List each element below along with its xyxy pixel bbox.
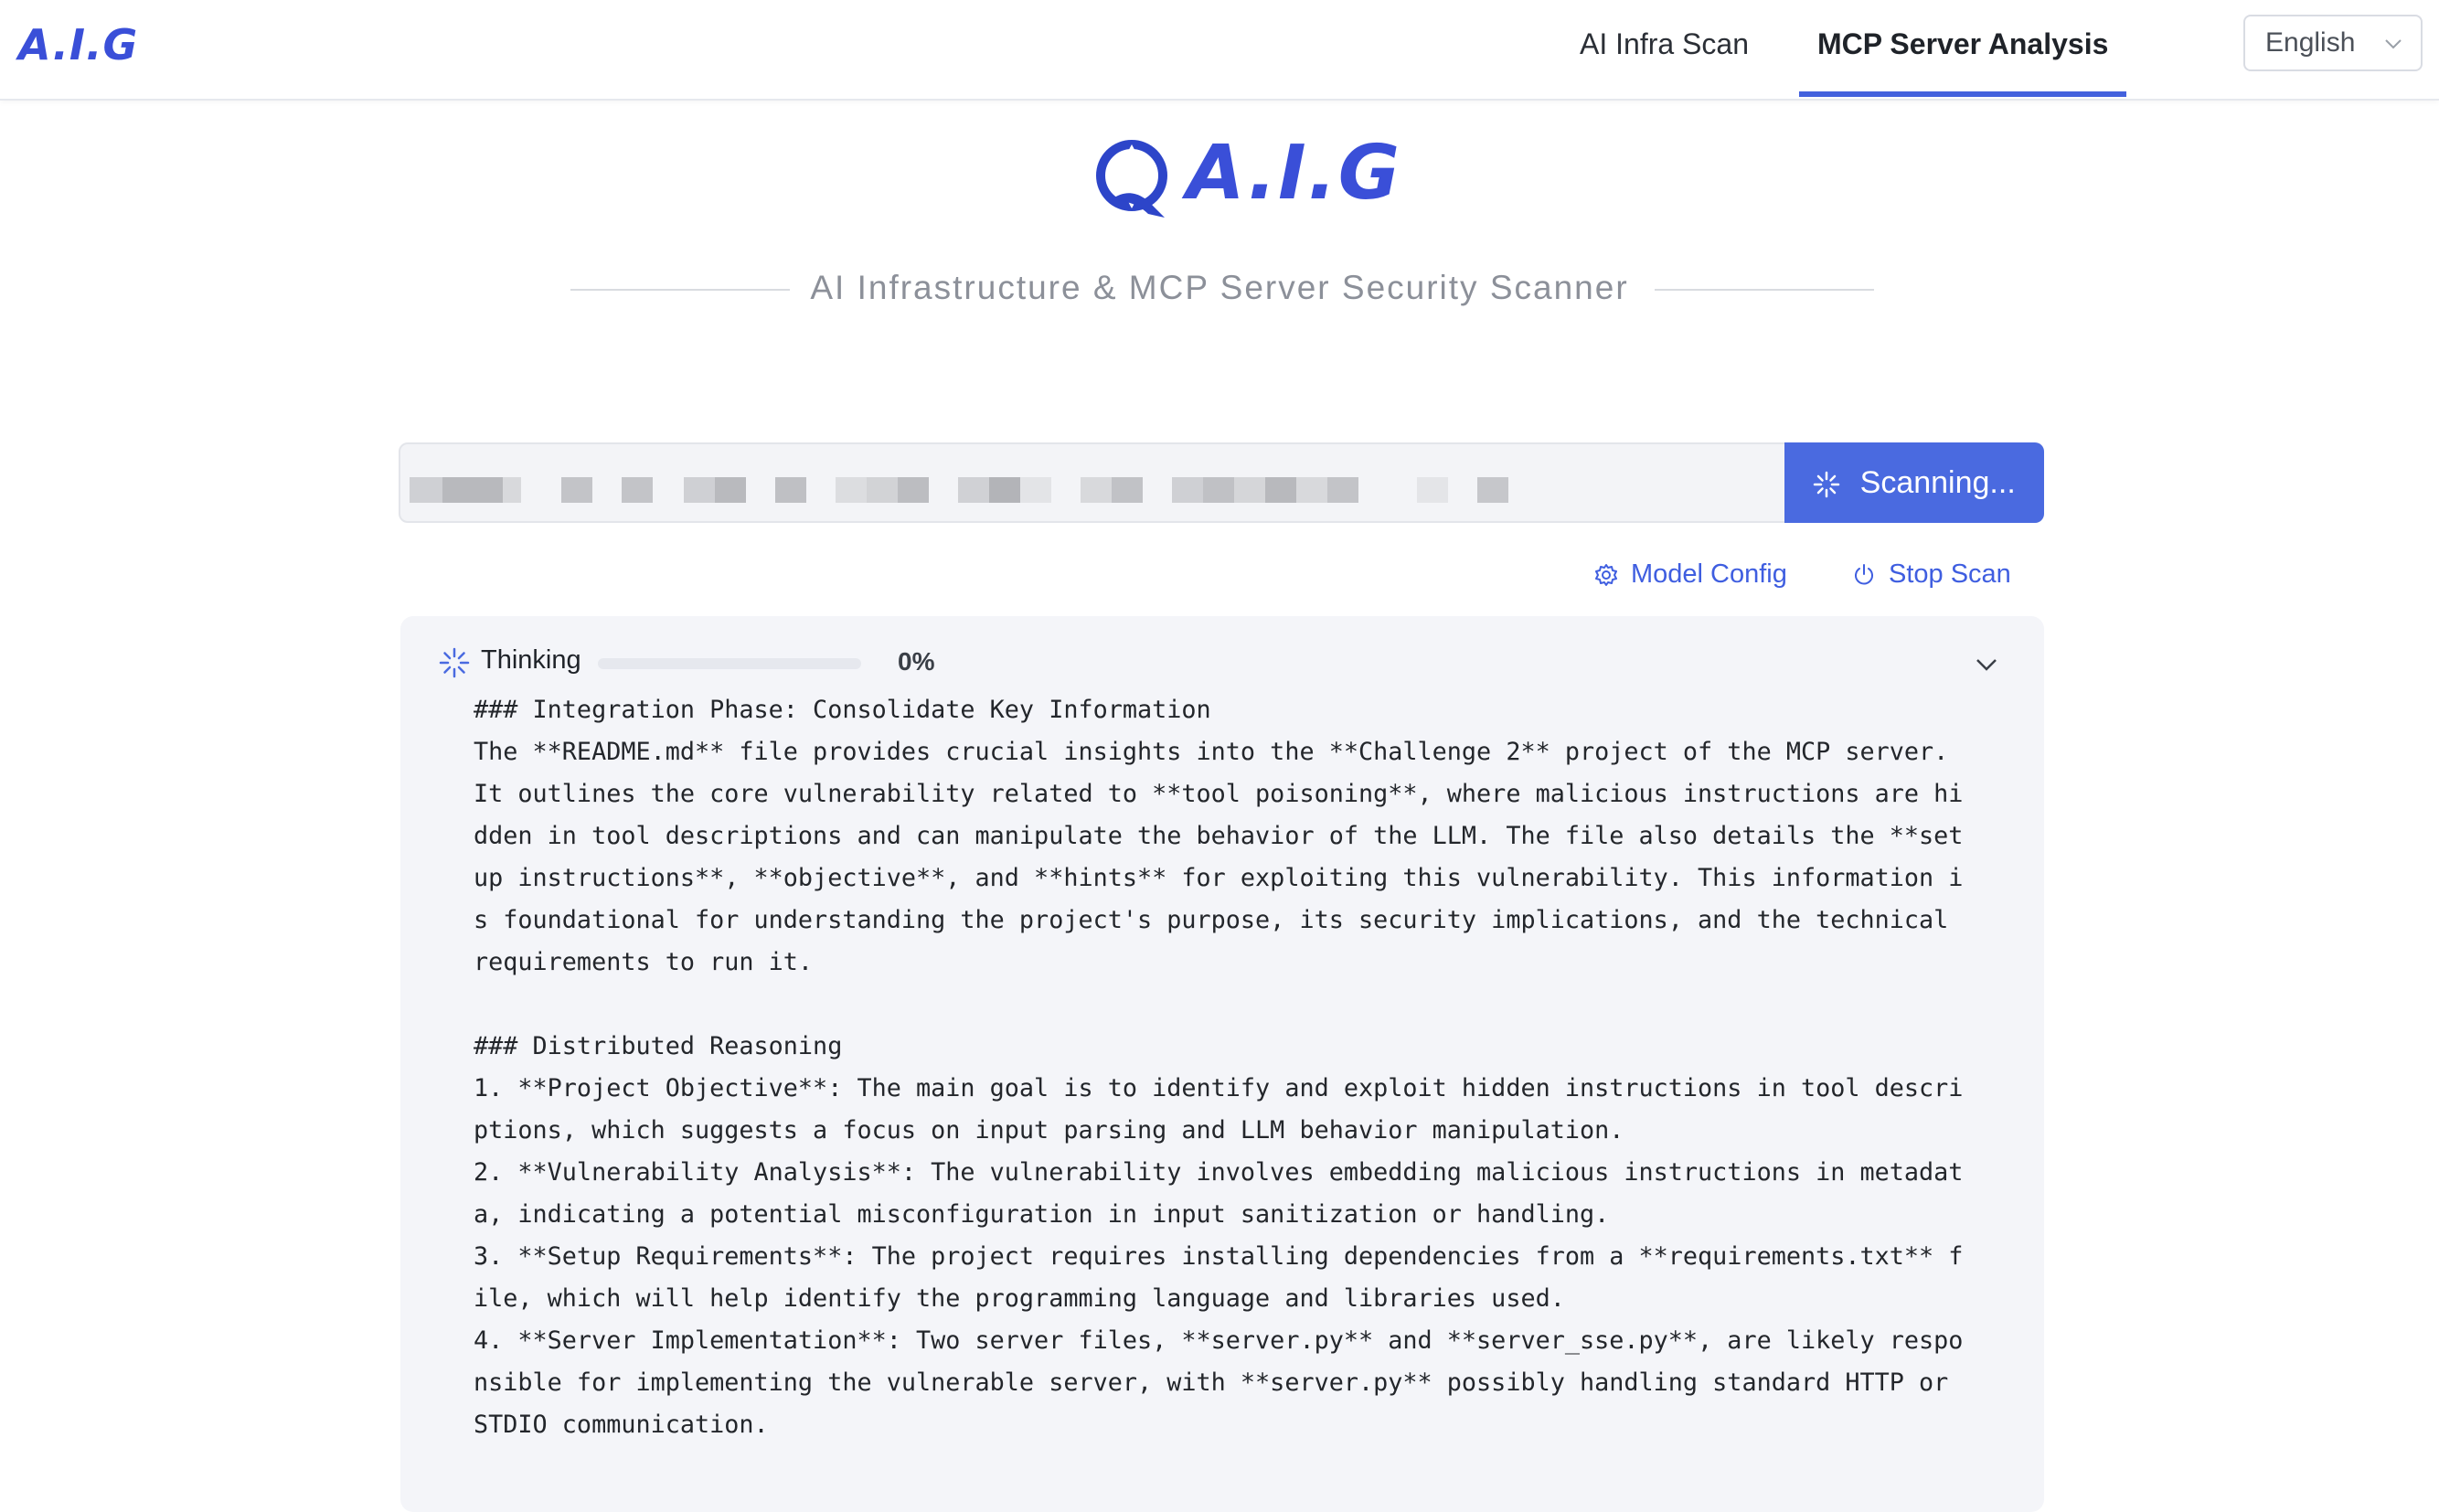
subtitle-right-divider <box>1655 289 1874 291</box>
progress-bar <box>598 658 861 669</box>
language-select[interactable]: English <box>2243 15 2423 71</box>
chevron-down-icon <box>2385 39 2402 49</box>
top-nav-bar: A.I.G AI Infra Scan MCP Server Analysis … <box>0 0 2439 101</box>
page-subtitle: AI Infrastructure & MCP Server Security … <box>810 269 1629 306</box>
thinking-content: ### Integration Phase: Consolidate Key I… <box>474 696 1964 1439</box>
scan-button-label: Scanning... <box>1859 465 2016 500</box>
brand-logo[interactable]: A.I.G <box>18 20 138 69</box>
power-icon <box>1855 564 1873 585</box>
progress-percentage: 0% <box>898 647 935 676</box>
hero-logo-text: A.I.G <box>1187 130 1402 217</box>
thinking-label: Thinking <box>481 645 581 675</box>
thinking-panel: Thinking 0% ### Integration Phase: Conso… <box>400 616 2044 1512</box>
scan-button[interactable]: Scanning... <box>1784 442 2044 523</box>
language-select-value: English <box>2265 27 2356 58</box>
loading-spinner-icon <box>1813 471 1840 498</box>
gear-icon <box>1595 564 1617 587</box>
chevron-down-icon[interactable] <box>1973 651 2000 678</box>
tab-mcp-server-analysis[interactable]: MCP Server Analysis <box>1799 0 2127 97</box>
aig-emblem-icon <box>1096 140 1167 218</box>
tab-ai-infra-scan[interactable]: AI Infra Scan <box>1561 0 1767 97</box>
stop-scan-button[interactable]: Stop Scan <box>1852 556 2011 592</box>
model-config-label: Model Config <box>1631 559 1787 589</box>
stop-scan-label: Stop Scan <box>1889 559 2011 589</box>
loading-spinner-icon <box>439 647 470 678</box>
model-config-button[interactable]: Model Config <box>1594 556 1787 592</box>
